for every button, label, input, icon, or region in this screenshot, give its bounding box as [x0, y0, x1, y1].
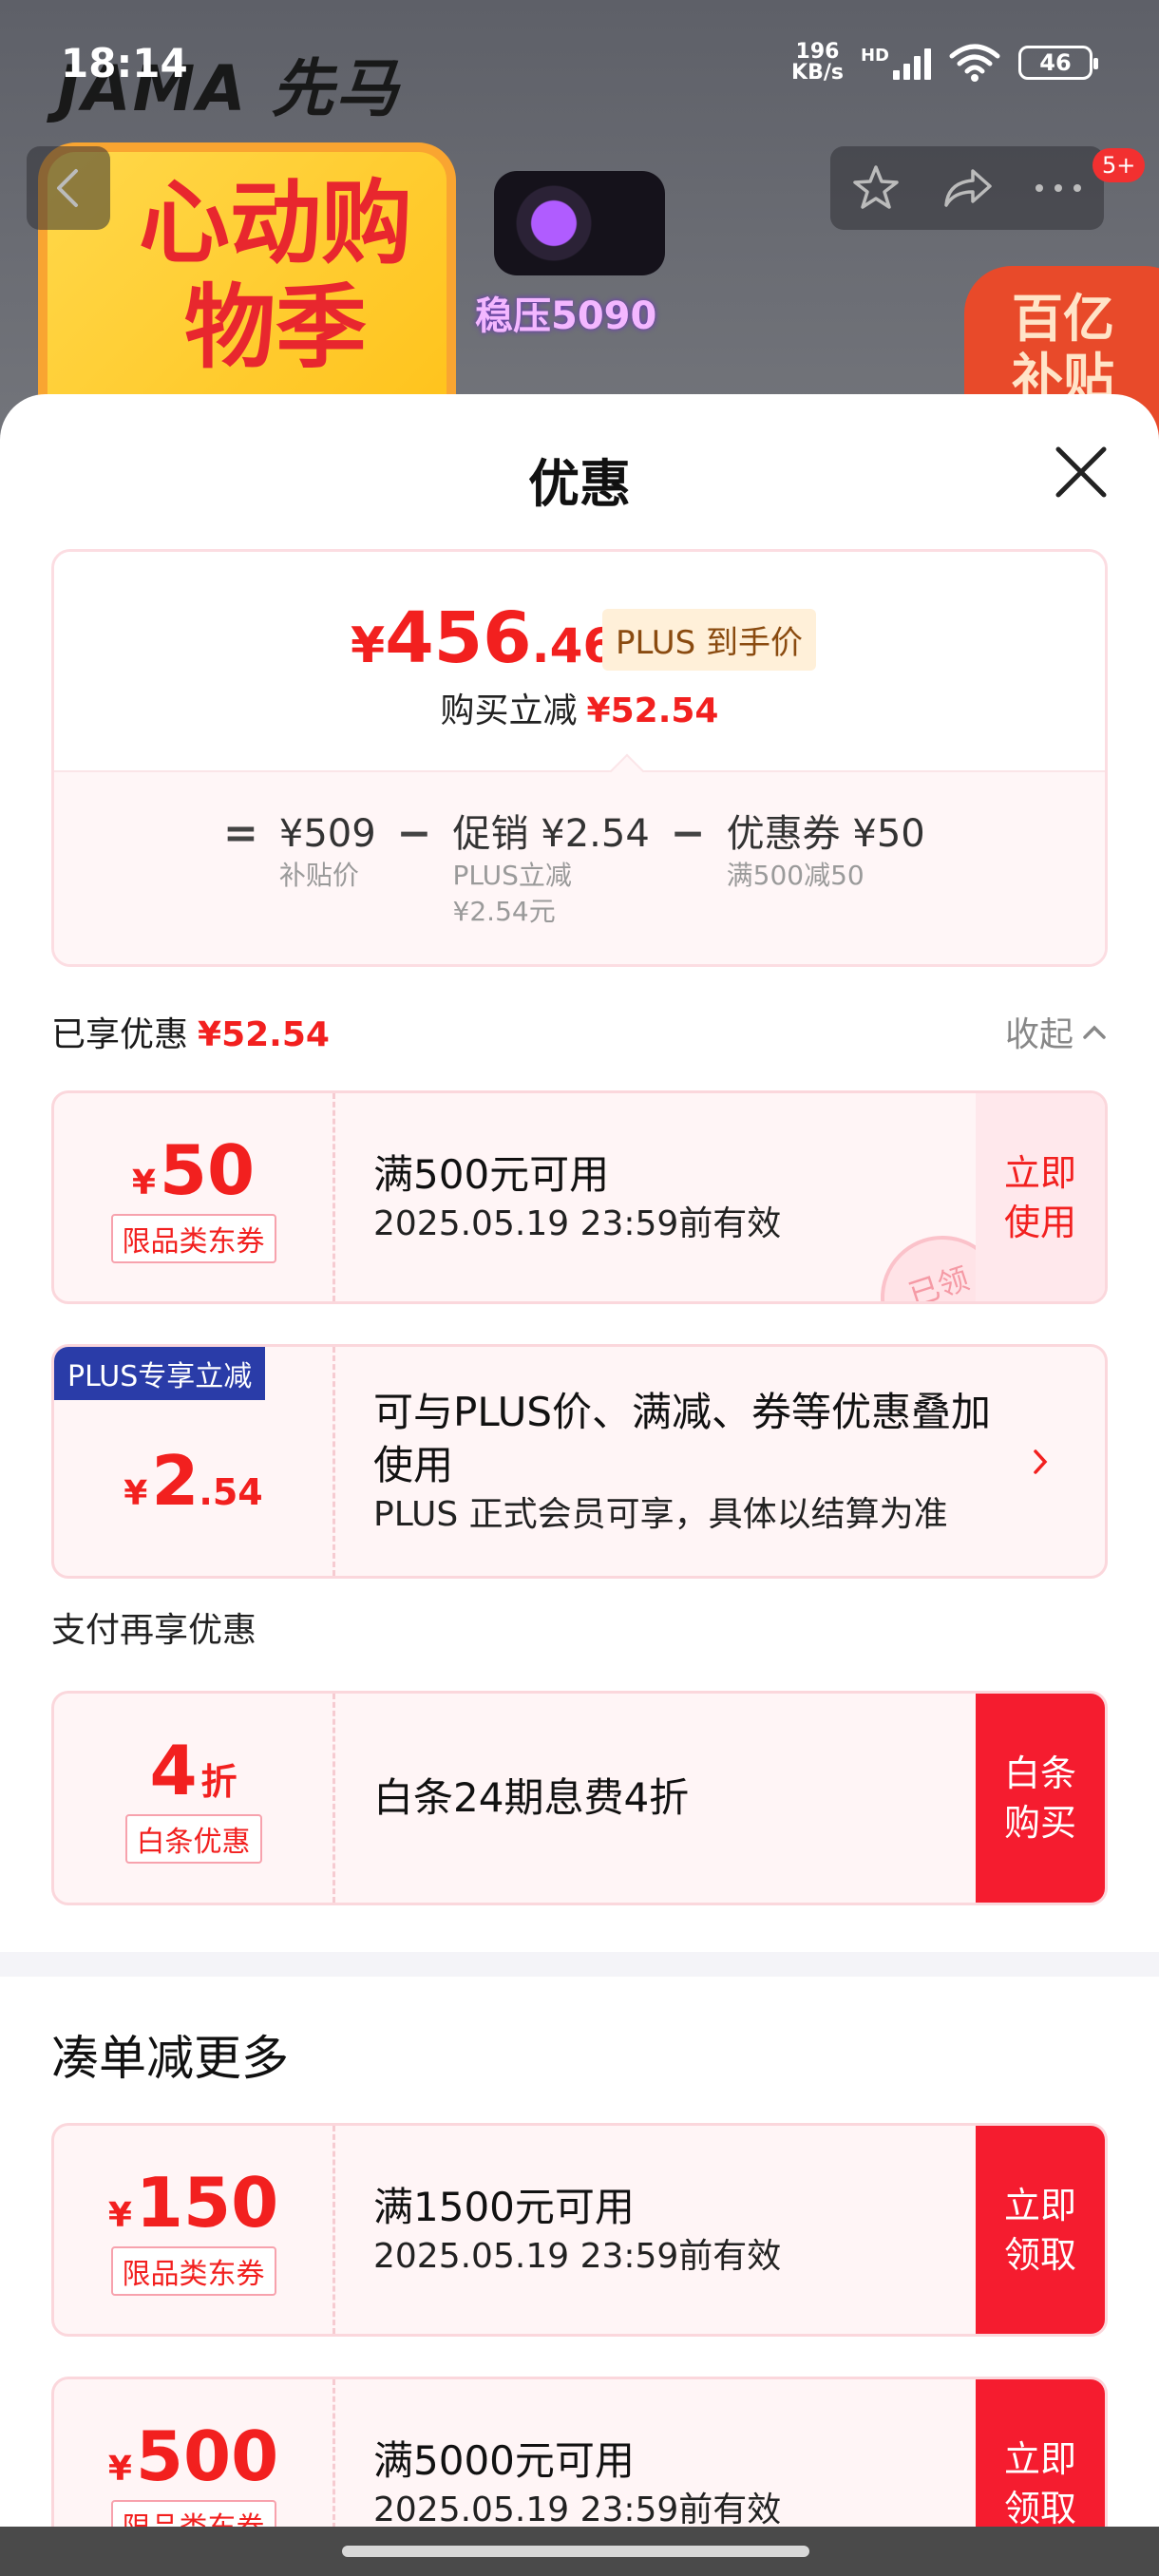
status-bar: 18:14 196 KB/s HD 46	[0, 0, 1159, 133]
coupon-card: ¥ 50 限品类东券 满500元可用 2025.05.19 23:59前有效 已…	[51, 1090, 1108, 1304]
enjoyed-discount-row: 已享优惠 ¥52.54 收起	[51, 1007, 1108, 1056]
price-formula: = ¥509 补贴价 − 促销 ¥2.54 PLUS立减 ¥2.54元 − 优惠…	[223, 810, 925, 930]
close-icon	[1055, 446, 1107, 498]
star-icon	[853, 165, 899, 209]
subsidy-badge-text: 百亿补贴	[1012, 289, 1114, 407]
baitiao-buy-button[interactable]: 白条购买	[976, 1694, 1105, 1903]
plus-discount-detail-arrow[interactable]	[976, 1347, 1105, 1576]
payment-offer-tag: 白条优惠	[124, 1814, 262, 1864]
purchase-reduction: 购买立减 ¥52.54	[440, 691, 719, 730]
message-badge: 5+	[1092, 148, 1146, 182]
chevron-left-icon	[57, 169, 78, 207]
battery-icon: 46	[1018, 46, 1098, 80]
close-button[interactable]	[1051, 442, 1112, 502]
payment-offers-title: 支付再享优惠	[51, 1611, 257, 1650]
payment-offer-card: 4 折 白条优惠 白条24期息费4折 白条购买	[51, 1691, 1108, 1905]
payment-offer-description: 白条24期息费4折	[373, 1774, 690, 1821]
coupon-card: ¥ 150 限品类东券 满1500元可用 2025.05.19 23:59前有效…	[51, 2123, 1108, 2337]
status-icons: 196 KB/s HD 46	[791, 40, 1098, 85]
network-speed: 196 KB/s	[791, 40, 844, 85]
enjoyed-amount: ¥52.54	[198, 1015, 330, 1054]
sheet-title: 优惠	[528, 454, 631, 514]
coupon-amount: ¥ 150	[107, 2162, 279, 2243]
more-dots-icon	[1036, 184, 1081, 192]
back-button[interactable]	[27, 146, 110, 230]
formula-operator: =	[223, 809, 258, 858]
section-divider	[0, 1952, 1159, 1977]
product-image-label: 稳压5090	[475, 294, 657, 338]
wifi-icon	[949, 44, 1000, 82]
coupon-validity: 2025.05.19 23:59前有效	[373, 1203, 782, 1243]
more-discounts-title: 凑单减更多	[51, 2031, 289, 2086]
promo-banner-text: 心动购物季	[139, 170, 412, 381]
plus-price-tag: PLUS 到手价	[602, 609, 817, 671]
status-time: 18:14	[61, 40, 188, 86]
coupon-condition: 满500元可用	[373, 1150, 610, 1198]
share-icon	[944, 169, 992, 207]
coupon-condition: 满5000元可用	[373, 2436, 635, 2484]
plus-discount-amount: ¥ 2 .54	[124, 1440, 263, 1521]
chevron-up-icon	[1083, 1025, 1106, 1039]
collapse-button[interactable]: 收起	[1005, 1007, 1108, 1056]
coupon-amount: ¥ 50	[131, 1129, 256, 1210]
formula-item-coupon: 优惠券 ¥50 满500减50	[726, 812, 925, 891]
discount-sheet: 优惠 ¥ 456 .46 PLUS 到手价 购买立减 ¥52.54 = ¥509 …	[0, 394, 1159, 2576]
gesture-home-bar[interactable]	[0, 2527, 1159, 2576]
price-summary-card: ¥ 456 .46 PLUS 到手价 购买立减 ¥52.54 = ¥509 补贴价…	[51, 549, 1108, 967]
claim-now-button[interactable]: 立即领取	[976, 2126, 1105, 2334]
formula-operator: −	[396, 809, 432, 858]
formula-operator: −	[670, 809, 706, 858]
coupon-type-tag: 限品类东券	[110, 2245, 276, 2296]
product-image	[494, 171, 665, 275]
coupon-condition: 满1500元可用	[373, 2183, 635, 2230]
coupon-validity: 2025.05.19 23:59前有效	[373, 2236, 782, 2276]
final-price: ¥ 456 .46	[351, 597, 617, 679]
page-actions	[830, 146, 1104, 230]
coupon-type-tag: 限品类东券	[110, 1213, 276, 1263]
formula-item-promotion: 促销 ¥2.54 PLUS立减 ¥2.54元	[452, 812, 650, 927]
plus-discount-header: PLUS专享立减	[54, 1347, 266, 1400]
share-button[interactable]	[929, 150, 1005, 226]
formula-item-subsidy-price: ¥509 补贴价	[278, 812, 376, 891]
coupon-amount: ¥ 500	[107, 2415, 279, 2496]
plus-discount-card[interactable]: ¥ 2 .54 PLUS专享立减 可与PLUS价、满减、券等优惠叠加使用 PLU…	[51, 1344, 1108, 1579]
favorite-button[interactable]	[838, 150, 914, 226]
chevron-right-icon	[1034, 1449, 1048, 1474]
more-button[interactable]	[1020, 150, 1096, 226]
plus-discount-note: PLUS 正式会员可享，具体以结算为准	[373, 1494, 948, 1534]
cellular-signal-icon: HD	[861, 46, 931, 80]
enjoyed-label: 已享优惠	[51, 1015, 189, 1054]
payment-offer-amount: 4 折	[149, 1731, 238, 1810]
plus-discount-description: 可与PLUS价、满减、券等优惠叠加使用	[373, 1388, 992, 1488]
use-now-button[interactable]: 立即使用	[976, 1093, 1105, 1301]
